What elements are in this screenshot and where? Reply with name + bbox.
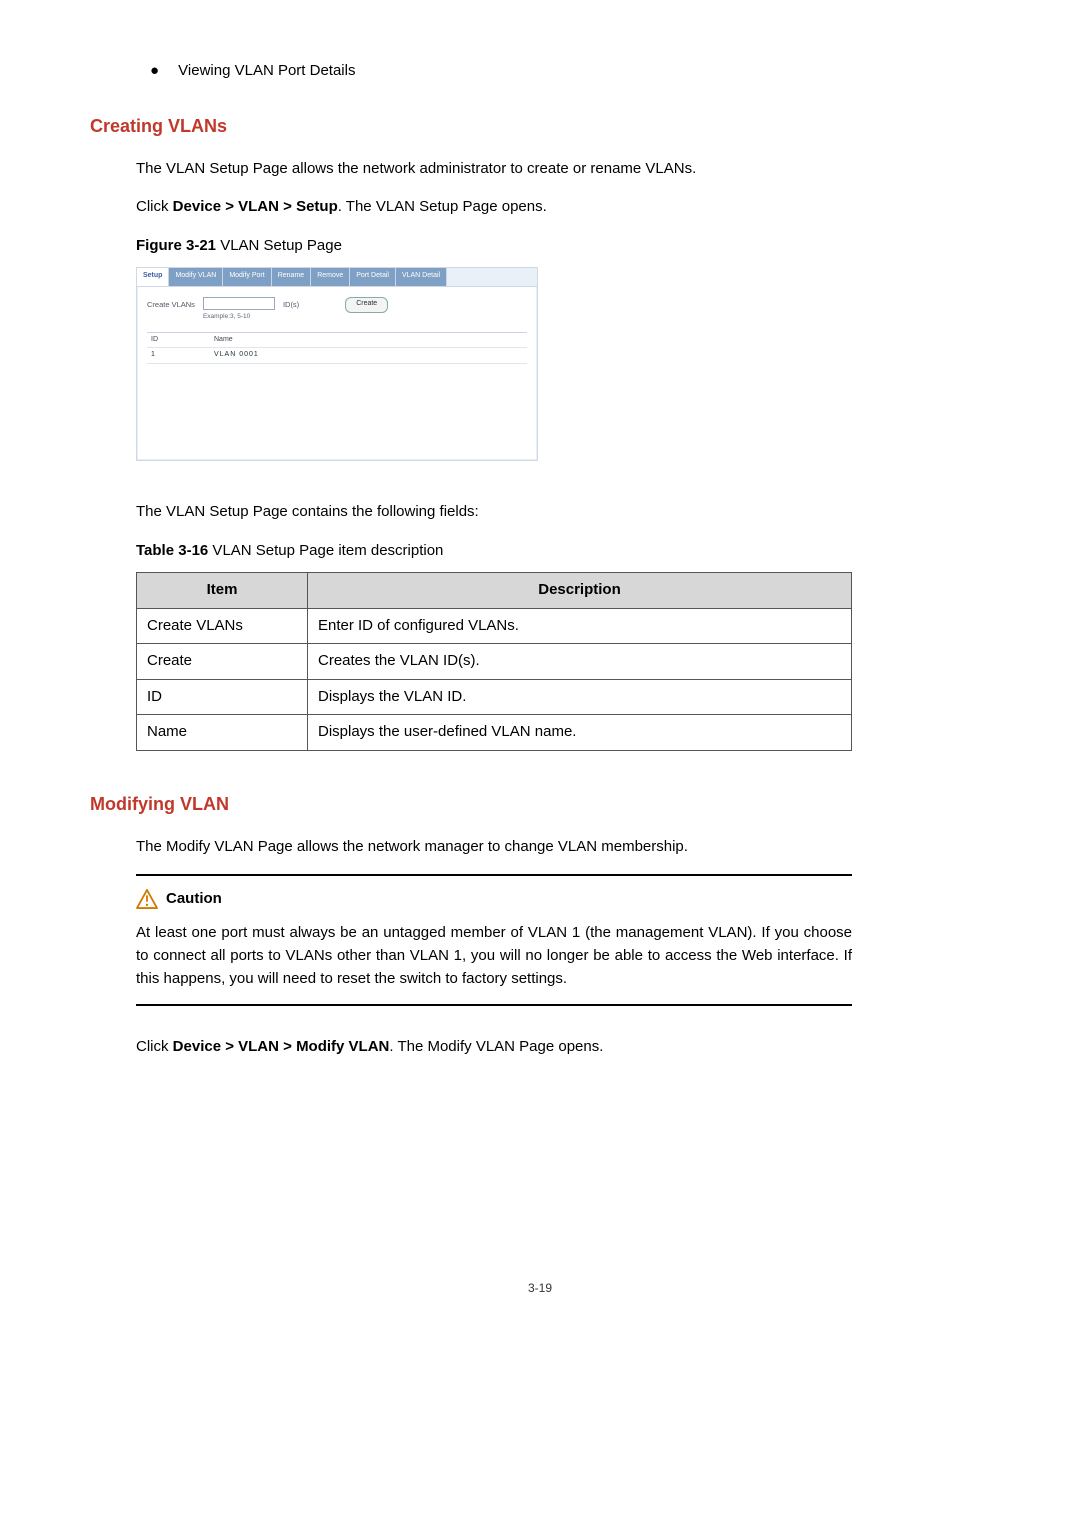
- label-ids: ID(s): [283, 297, 299, 310]
- cell-item: Create: [137, 644, 308, 680]
- input-wrapper: Example:3, 5-10: [203, 297, 275, 322]
- tab-remove[interactable]: Remove: [311, 268, 350, 286]
- caution-label: Caution: [166, 888, 222, 911]
- create-button[interactable]: Create: [345, 297, 388, 313]
- table-number: Table 3-16: [136, 542, 208, 559]
- cell-desc: Creates the VLAN ID(s).: [308, 644, 852, 680]
- table-caption: Table 3-16 VLAN Setup Page item descript…: [136, 540, 990, 563]
- heading-modifying-vlan: Modifying VLAN: [90, 791, 990, 818]
- warning-icon: [136, 889, 158, 909]
- figure-vlan-setup: Setup Modify VLAN Modify Port Rename Rem…: [136, 267, 538, 461]
- cell-item: Create VLANs: [137, 608, 308, 644]
- bullet-item: ● Viewing VLAN Port Details: [150, 60, 990, 83]
- paragraph-nav-path: Click Device > VLAN > Setup. The VLAN Se…: [136, 196, 990, 219]
- table-row: Name Displays the user-defined VLAN name…: [137, 715, 852, 751]
- text: Click: [136, 198, 173, 215]
- page-number: 3-19: [90, 1279, 990, 1297]
- tab-rename[interactable]: Rename: [272, 268, 311, 286]
- figure-table-row: 1 VLAN 0001: [147, 348, 527, 364]
- caution-body: At least one port must always be an unta…: [136, 921, 852, 991]
- paragraph: The VLAN Setup Page contains the followi…: [136, 501, 990, 524]
- tab-port-detail[interactable]: Port Detail: [350, 268, 396, 286]
- cell-item: Name: [137, 715, 308, 751]
- label-create-vlans: Create VLANs: [147, 297, 195, 310]
- figure-tabs: Setup Modify VLAN Modify Port Rename Rem…: [137, 268, 537, 287]
- table-title: VLAN Setup Page item description: [208, 542, 443, 559]
- cell-desc: Enter ID of configured VLANs.: [308, 608, 852, 644]
- th-description: Description: [308, 573, 852, 609]
- heading-creating-vlans: Creating VLANs: [90, 113, 990, 140]
- caution-header: Caution: [136, 888, 852, 911]
- table-row: Create Creates the VLAN ID(s).: [137, 644, 852, 680]
- vlan-id-input[interactable]: [203, 297, 275, 310]
- figure-caption: Figure 3-21 VLAN Setup Page: [136, 235, 990, 258]
- tab-vlan-detail[interactable]: VLAN Detail: [396, 268, 447, 286]
- paragraph-nav-path: Click Device > VLAN > Modify VLAN. The M…: [136, 1036, 990, 1059]
- bullet-dot: ●: [150, 60, 174, 83]
- caution-box: Caution At least one port must always be…: [136, 874, 852, 1006]
- figure-table: ID Name 1 VLAN 0001: [147, 332, 527, 364]
- nav-path: Device > VLAN > Setup: [173, 198, 338, 215]
- text: . The VLAN Setup Page opens.: [338, 198, 547, 215]
- cell-item: ID: [137, 679, 308, 715]
- text: Click: [136, 1038, 173, 1055]
- tab-modify-vlan[interactable]: Modify VLAN: [169, 268, 223, 286]
- figure-form-row: Create VLANs Example:3, 5-10 ID(s) Creat…: [137, 287, 537, 328]
- table-row: Create VLANs Enter ID of configured VLAN…: [137, 608, 852, 644]
- col-id-header: ID: [147, 333, 210, 348]
- tab-modify-port[interactable]: Modify Port: [223, 268, 271, 286]
- cell-desc: Displays the user-defined VLAN name.: [308, 715, 852, 751]
- cell-id: 1: [147, 348, 210, 363]
- text: . The Modify VLAN Page opens.: [389, 1038, 603, 1055]
- col-name-header: Name: [210, 333, 527, 348]
- table-header-row: Item Description: [137, 573, 852, 609]
- paragraph: The Modify VLAN Page allows the network …: [136, 836, 990, 859]
- cell-name: VLAN 0001: [210, 348, 527, 363]
- figure-table-header: ID Name: [147, 333, 527, 349]
- figure-title: VLAN Setup Page: [216, 237, 342, 254]
- figure-number: Figure 3-21: [136, 237, 216, 254]
- tab-setup[interactable]: Setup: [137, 268, 169, 286]
- example-hint: Example:3, 5-10: [203, 312, 275, 322]
- paragraph: The VLAN Setup Page allows the network a…: [136, 158, 990, 181]
- bullet-text: Viewing VLAN Port Details: [178, 62, 355, 79]
- nav-path: Device > VLAN > Modify VLAN: [173, 1038, 390, 1055]
- table-row: ID Displays the VLAN ID.: [137, 679, 852, 715]
- cell-desc: Displays the VLAN ID.: [308, 679, 852, 715]
- description-table: Item Description Create VLANs Enter ID o…: [136, 572, 852, 751]
- th-item: Item: [137, 573, 308, 609]
